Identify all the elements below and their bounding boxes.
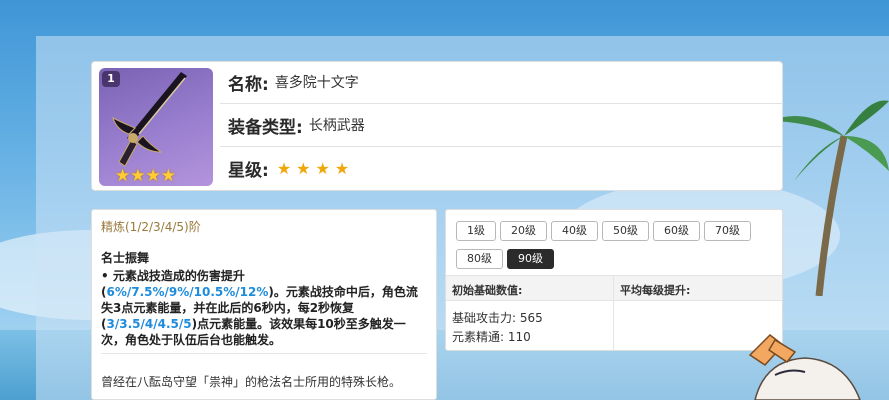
weapon-image-stars: ★★★★	[115, 166, 176, 186]
stats-body: 基础攻击力: 565 元素精通: 110	[446, 301, 782, 350]
level-button-50[interactable]: 50级	[602, 221, 649, 241]
level-button-60[interactable]: 60级	[653, 221, 700, 241]
rarity-stars: ★★★★	[276, 159, 355, 178]
base-atk-value: 基础攻击力: 565	[452, 311, 543, 325]
refine-title: 精炼(1/2/3/4/5)阶	[101, 220, 201, 234]
skill-value-highlight: 3/3.5/4/4.5/5	[106, 317, 192, 331]
weapon-image: 1 ★★★★	[99, 68, 213, 186]
level-button-40[interactable]: 40级	[551, 221, 598, 241]
growth-stats-header: 平均每级提升:	[620, 284, 691, 297]
paimon-character-decoration	[748, 334, 861, 400]
divider	[101, 353, 427, 354]
base-stats: 基础攻击力: 565 元素精通: 110	[446, 301, 614, 350]
weapon-lore: 曾经在八酝岛守望「祟神」的枪法名士所用的特殊长枪。	[101, 375, 402, 389]
elemental-mastery-value: 元素精通: 110	[452, 330, 531, 344]
level-button-20[interactable]: 20级	[500, 221, 547, 241]
rarity-row: 星级: ★★★★	[220, 147, 783, 190]
level-button-1[interactable]: 1级	[456, 221, 496, 241]
type-label: 装备类型:	[228, 117, 303, 138]
rarity-label: 星级:	[228, 161, 269, 181]
weapon-info: 名称: 喜多院十文字 装备类型: 长柄武器 星级: ★★★★	[220, 61, 783, 191]
skill-value-highlight: 6%/7.5%/9%/10.5%/12%	[106, 285, 269, 299]
level-stats-panel: 1级 20级 40级 50级 60级 70级 80级 90级 初始基础数值: 平均每级提升: …	[445, 209, 783, 351]
name-row: 名称: 喜多院十文字	[220, 61, 783, 104]
refinement-panel: 精炼(1/2/3/4/5)阶 名士振舞 • 元素战技造成的伤害提升(6%/7.5…	[91, 209, 437, 400]
base-stats-header: 初始基础数值:	[446, 276, 614, 300]
level-button-70[interactable]: 70级	[704, 221, 751, 241]
weapon-name: 喜多院十文字	[274, 75, 359, 91]
stats-header: 初始基础数值: 平均每级提升:	[446, 275, 782, 301]
skill-description: • 元素战技造成的伤害提升(6%/7.5%/9%/10.5%/12%)。元素战技…	[101, 268, 427, 348]
level-button-90[interactable]: 90级	[507, 249, 554, 269]
weapon-type: 长柄武器	[308, 118, 365, 134]
skill-name: 名士振舞	[101, 251, 150, 265]
level-button-80[interactable]: 80级	[456, 249, 503, 269]
type-row: 装备类型: 长柄武器	[220, 104, 783, 147]
name-label: 名称:	[228, 74, 269, 95]
level-selector: 1级 20级 40级 50级 60级 70级 80级 90级	[446, 210, 782, 275]
